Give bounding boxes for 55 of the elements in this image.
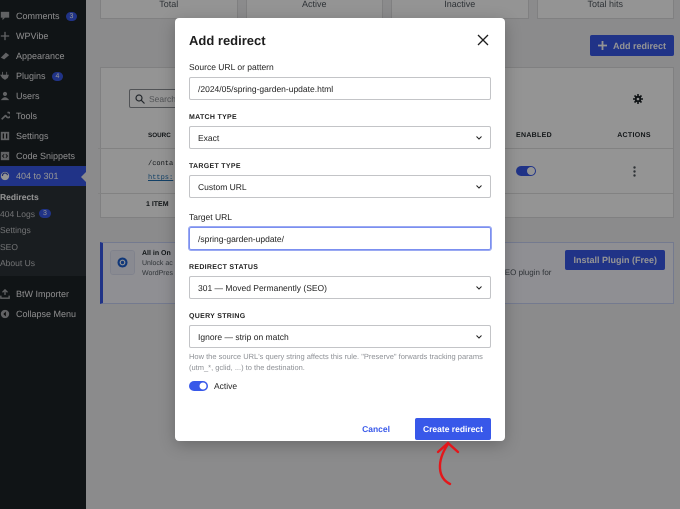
menu-icon [0,51,10,61]
field-label: Target URL [189,212,233,222]
stat-card: Active [246,0,383,19]
menu-icon [0,151,10,161]
input-field[interactable]: /2024/05/spring-garden-update.html [189,77,491,100]
menu-icon [0,131,10,141]
chevron-down-icon [476,136,482,140]
chevron-down-icon [476,286,482,290]
sidebar-item[interactable]: WPVibe [0,26,86,46]
stat-card: Total hits [536,0,674,19]
menu-icon [0,71,10,81]
select-field[interactable]: Ignore — strip on match [189,325,491,348]
close-button[interactable] [475,32,491,48]
create-redirect-button[interactable]: Create redirect [414,418,491,440]
chevron-down-icon [476,334,482,338]
search-icon [135,94,145,104]
sidebar-item[interactable]: Settings [0,126,86,146]
plugin-logo-icon [110,250,135,275]
submenu-item[interactable]: SEO [0,238,86,255]
input-field[interactable]: /spring-garden-update/ [189,227,491,250]
menu-icon [0,91,10,101]
dialog-title: Add redirect [189,32,266,48]
submenu-item[interactable]: Redirects [0,189,86,206]
submenu-item[interactable]: Settings [0,222,86,238]
select-field[interactable]: 301 — Moved Permanently (SEO) [189,276,491,299]
menu-icon [0,171,10,181]
menu-icon [0,308,10,318]
select-field[interactable]: Exact [189,126,491,149]
enabled-toggle[interactable] [516,166,536,176]
active-toggle[interactable] [189,381,208,391]
sidebar-item[interactable]: BtW Importer [0,284,86,304]
add-redirect-button[interactable]: Add redirect [590,35,674,56]
sidebar-item[interactable]: 404 to 301 [0,166,86,186]
stat-card: Inactive [391,0,528,19]
plus-icon [598,41,607,50]
sidebar-item[interactable]: Users [0,86,86,106]
install-plugin-button[interactable]: Install Plugin (Free) [565,250,665,270]
cancel-button[interactable]: Cancel [348,420,404,438]
sidebar-item[interactable]: Code Snippets [0,146,86,166]
menu-icon [0,288,10,298]
sidebar-item[interactable]: Tools [0,106,86,126]
menu-icon [0,111,10,121]
sidebar-item[interactable]: Appearance [0,46,86,66]
field-label: Source URL or pattern [189,62,275,72]
sidebar-item[interactable]: Collapse Menu [0,304,86,324]
toggle-label: Active [214,381,238,391]
settings-icon[interactable] [633,94,643,104]
select-field[interactable]: Custom URL [189,175,491,198]
kebab-menu-icon[interactable] [632,166,636,176]
stat-card: Total [100,0,238,19]
chevron-down-icon [476,184,482,188]
menu-icon [0,11,10,21]
menu-icon [0,31,10,41]
submenu-item[interactable]: About Us [0,255,86,272]
notice-text: EO plugin for [504,268,552,277]
